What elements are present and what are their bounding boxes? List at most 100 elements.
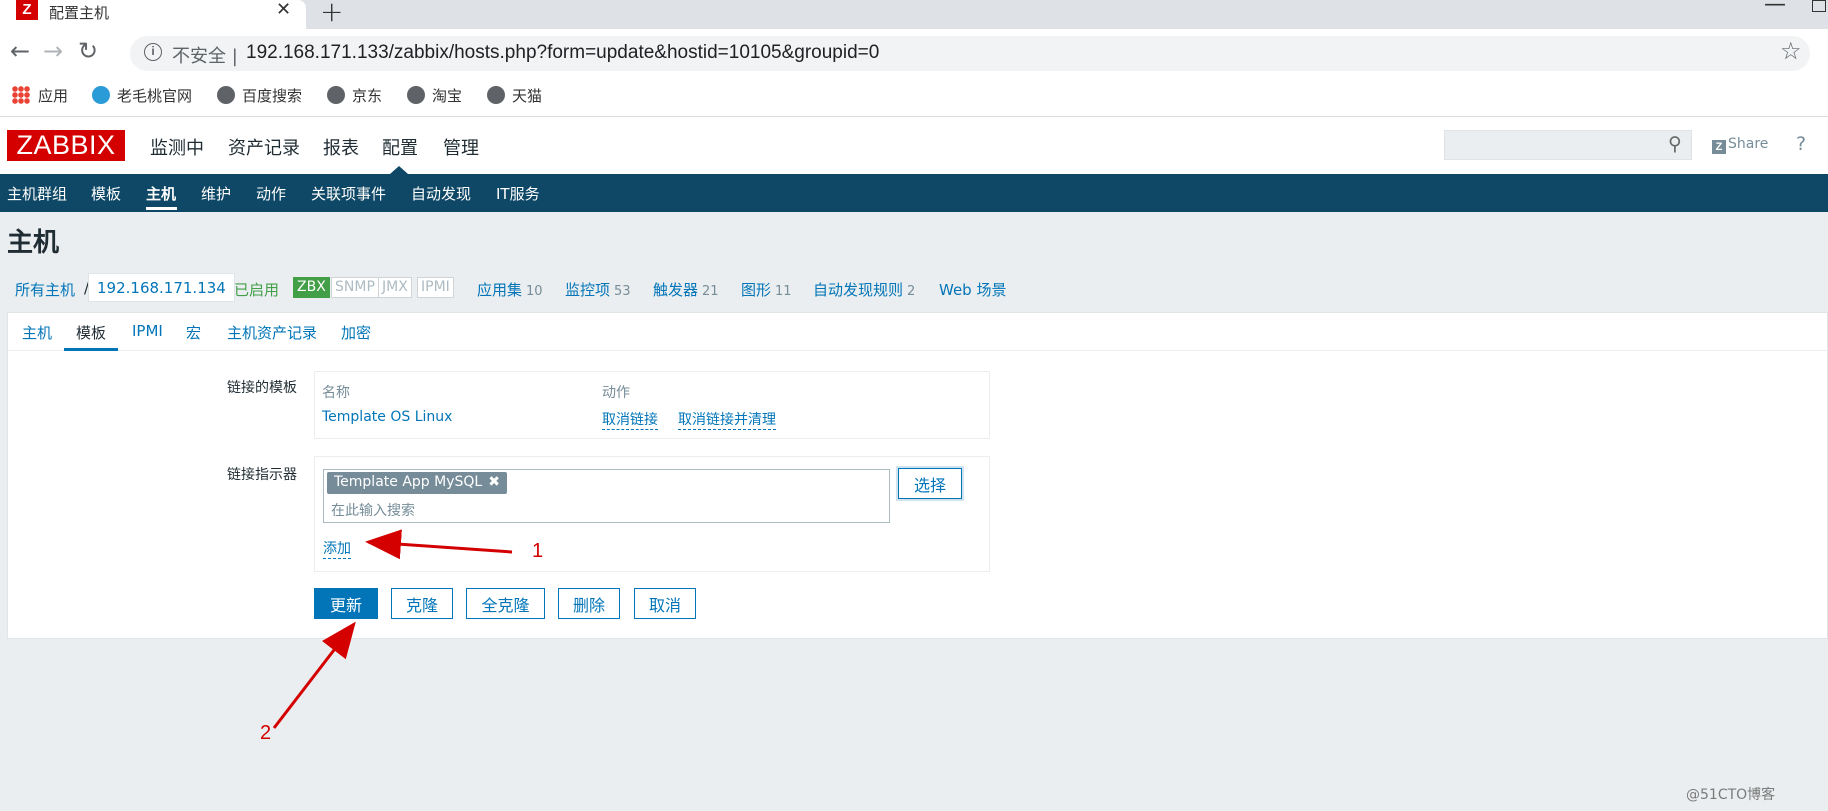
cancel-button[interactable]: 取消 [634,588,696,619]
menu-monitoring[interactable]: 监测中 [150,134,204,160]
zabbix-header: ZABBIX 监测中 资产记录 报表 配置 管理 ⚲ Z Share ? [0,117,1828,174]
zabbix-share-icon: Z [1712,140,1726,154]
column-name-header: 名称 [322,385,350,401]
selected-template-chip: Template App MySQL ✖ [327,472,507,494]
subnav-correlation[interactable]: 关联项事件 [311,183,386,204]
tab-host[interactable]: 主机 [22,322,52,343]
annotation-label-2: 2 [260,722,272,744]
tab-encryption[interactable]: 加密 [341,322,371,343]
page-title: 主机 [7,228,60,258]
items-link[interactable]: 监控项 53 [565,279,631,300]
host-status[interactable]: 已启用 [234,279,279,300]
browser-tabstrip: Z 配置主机 ✕ + — [0,0,1828,29]
annotation-arrow-2 [272,621,356,729]
tab-close-icon[interactable]: ✕ [276,0,291,20]
menu-inventory[interactable]: 资产记录 [228,134,300,160]
back-icon[interactable]: ← [10,37,30,65]
apps-grid-icon [12,86,30,104]
link-new-templates-label: 链接指示器 [227,467,297,483]
form-tabs: 主机 模板 IPMI 宏 主机资产记录 加密 [8,313,1828,351]
tab-title: 配置主机 [49,4,110,22]
annotation-label-1: 1 [532,540,544,562]
zabbix-logo[interactable]: ZABBIX [7,130,125,161]
menu-configuration[interactable]: 配置 [382,134,418,160]
globe-icon [217,86,235,104]
info-icon[interactable]: i [144,43,162,61]
bookmarks-bar: 应用 老毛桃官网 百度搜索 京东 淘宝 天猫 [0,76,1828,117]
forward-icon[interactable]: → [43,37,63,65]
bookmark-tmall[interactable]: 天猫 [487,85,542,106]
address-bar: ← → ↻ i 不安全 | 192.168.171.133/zabbix/hos… [0,29,1828,76]
globe-icon [407,86,425,104]
unlink-and-clear-button[interactable]: 取消链接并清理 [678,409,776,430]
update-button[interactable]: 更新 [314,588,378,619]
reload-icon[interactable]: ↻ [78,37,98,65]
remove-chip-icon[interactable]: ✖ [488,474,500,490]
omnibox[interactable]: i 不安全 | 192.168.171.133/zabbix/hosts.php… [130,36,1810,71]
subnav-actions[interactable]: 动作 [256,183,286,204]
tab-inventory[interactable]: 主机资产记录 [227,322,317,343]
delete-button[interactable]: 删除 [558,588,620,619]
template-multiselect[interactable]: Template App MySQL ✖ 在此输入搜索 [323,469,890,523]
bookmark-star-icon[interactable]: ☆ [1780,37,1802,65]
subnav-templates[interactable]: 模板 [91,183,121,204]
host-form-panel: 主机 模板 IPMI 宏 主机资产记录 加密 链接的模板 名称 动作 Templ… [7,312,1828,639]
select-button[interactable]: 选择 [898,468,962,499]
snmp-availability-badge: SNMP [331,277,379,298]
subnav-hosts[interactable]: 主机 [146,183,176,204]
site-icon [92,86,110,104]
menu-administration[interactable]: 管理 [443,134,479,160]
insecure-label: 不安全 | [172,46,238,67]
ipmi-availability-badge: IPMI [417,277,454,298]
applications-link[interactable]: 应用集 10 [477,279,543,300]
tab-ipmi[interactable]: IPMI [132,322,163,340]
subnav-active-underline [146,207,177,210]
bookmark-jd[interactable]: 京东 [327,85,382,106]
link-new-templates-box: Template App MySQL ✖ 在此输入搜索 选择 添加 [314,456,990,572]
unlink-button[interactable]: 取消链接 [602,409,658,430]
jmx-availability-badge: JMX [378,277,412,298]
web-scenarios-link[interactable]: Web 场景 [939,279,1006,300]
share-link[interactable]: Z Share [1712,136,1768,154]
current-host-link[interactable]: 192.168.171.134 [88,273,235,302]
discovery-rules-link[interactable]: 自动发现规则 2 [813,279,915,300]
new-tab-button[interactable]: + [320,0,343,28]
subnav-it-services[interactable]: IT服务 [496,183,540,204]
triggers-link[interactable]: 触发器 21 [653,279,719,300]
graphs-link[interactable]: 图形 11 [741,279,792,300]
global-search-input[interactable] [1444,130,1692,160]
bookmark-laomaotao[interactable]: 老毛桃官网 [92,85,192,106]
url-text[interactable]: 192.168.171.133/zabbix/hosts.php?form=up… [246,42,879,64]
tab-templates[interactable]: 模板 [76,322,106,343]
menu-reports[interactable]: 报表 [323,134,359,160]
all-hosts-link[interactable]: 所有主机 [15,279,75,300]
browser-tab[interactable]: Z 配置主机 ✕ [0,0,306,29]
host-breadcrumb: 所有主机 / 192.168.171.134 已启用 ZBX SNMP JMX … [0,272,1100,304]
help-icon[interactable]: ? [1796,133,1806,155]
minimize-icon[interactable]: — [1764,0,1786,17]
bookmark-apps[interactable]: 应用 [12,85,68,106]
full-clone-button[interactable]: 全克隆 [466,588,545,619]
bookmark-taobao[interactable]: 淘宝 [407,85,462,106]
search-icon[interactable]: ⚲ [1668,133,1682,155]
zabbix-favicon-icon: Z [16,0,38,20]
subnav-discovery[interactable]: 自动发现 [411,183,471,204]
search-placeholder[interactable]: 在此输入搜索 [331,500,415,520]
add-template-link[interactable]: 添加 [323,538,351,559]
linked-templates-table: 名称 动作 Template OS Linux 取消链接 取消链接并清理 [314,371,990,439]
sub-navigation: 主机群组 模板 主机 维护 动作 关联项事件 自动发现 IT服务 [0,174,1828,212]
subnav-host-groups[interactable]: 主机群组 [7,183,67,204]
zbx-availability-badge: ZBX [293,277,330,298]
globe-icon [327,86,345,104]
bookmark-baidu[interactable]: 百度搜索 [217,85,302,106]
active-tab-underline [64,348,118,351]
watermark: @51CTO博客 [1686,787,1776,803]
clone-button[interactable]: 克隆 [391,588,453,619]
maximize-icon[interactable] [1812,0,1826,12]
column-action-header: 动作 [602,385,630,401]
template-name-link[interactable]: Template OS Linux [322,409,452,425]
subnav-maintenance[interactable]: 维护 [201,183,231,204]
tab-macros[interactable]: 宏 [186,322,201,343]
linked-templates-label: 链接的模板 [227,380,297,396]
active-menu-caret [390,166,408,174]
